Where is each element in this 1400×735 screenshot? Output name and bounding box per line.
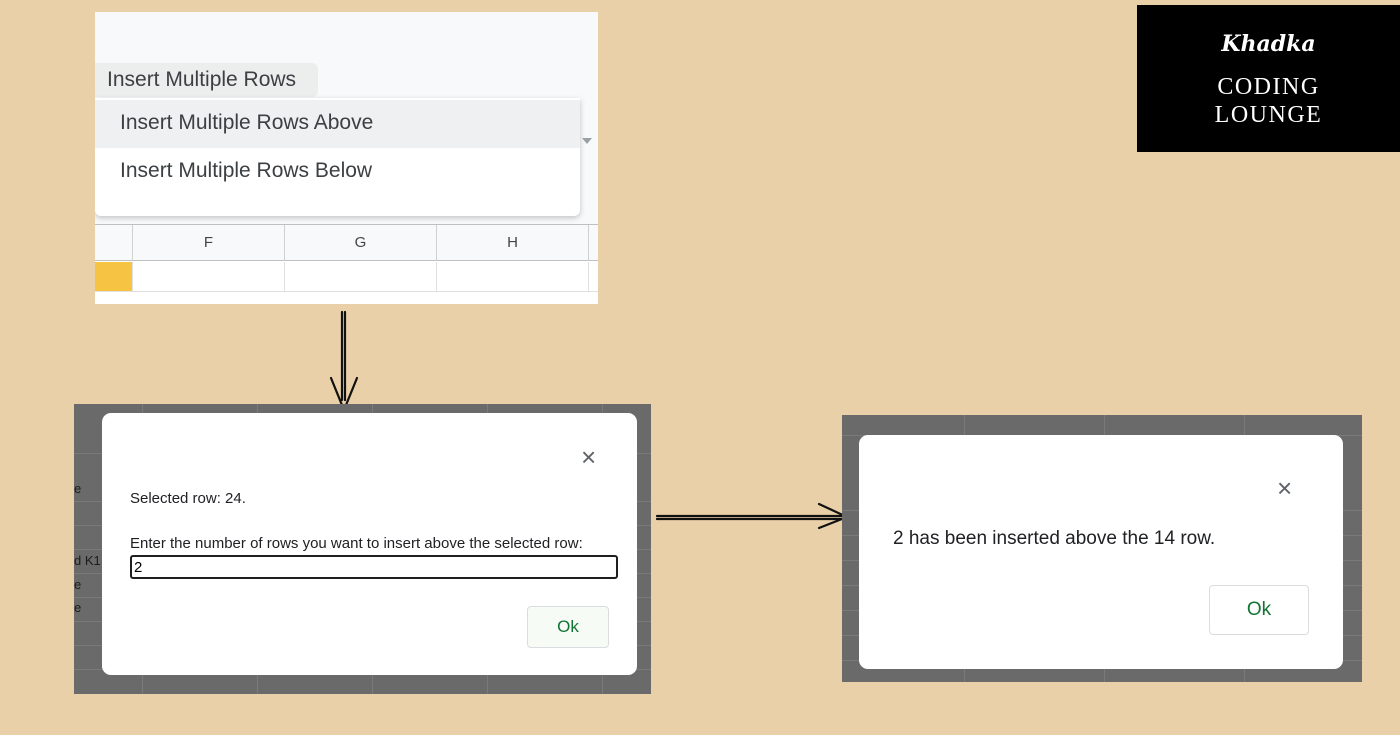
insert-rows-prompt-dialog: × Selected row: 24. Enter the number of … [102, 413, 637, 675]
grid-cell[interactable] [589, 262, 598, 292]
column-header-f[interactable]: F [133, 225, 285, 261]
background-cell-text: e [74, 600, 82, 615]
column-header-h[interactable]: H [437, 225, 589, 261]
logo-script-text: Khadka [1221, 31, 1316, 57]
column-header-blank [95, 225, 133, 261]
down-arrow-icon [329, 310, 359, 412]
close-icon[interactable]: × [581, 444, 596, 470]
column-header-g[interactable]: G [285, 225, 437, 261]
background-cell-text: e [74, 577, 82, 592]
khadka-coding-lounge-logo: Khadka CODING LOUNGE [1137, 5, 1400, 152]
column-header-next[interactable] [589, 225, 598, 261]
menu-item-insert-rows-above[interactable]: Insert Multiple Rows Above [95, 100, 580, 148]
background-cell-text: d K1 [74, 553, 101, 568]
menu-item-insert-rows-below[interactable]: Insert Multiple Rows Below [95, 148, 580, 196]
spreadsheet-grid: F G H [95, 224, 598, 304]
logo-line-lounge: LOUNGE [1214, 102, 1323, 128]
right-arrow-icon [655, 502, 849, 530]
menu-screenshot-panel: Insert Multiple Rows Insert Multiple Row… [95, 12, 598, 304]
alert-message: 2 has been inserted above the 14 row. [893, 528, 1216, 549]
logo-line-coding: CODING [1217, 74, 1320, 100]
selected-row-cell[interactable] [95, 262, 133, 292]
ok-button[interactable]: Ok [1209, 585, 1309, 635]
dropdown-caret-icon [582, 138, 592, 144]
background-cell-text: e [74, 481, 82, 496]
insert-rows-dropdown: Insert Multiple Rows Above Insert Multip… [95, 98, 580, 216]
close-icon[interactable]: × [1277, 475, 1292, 501]
row-count-input[interactable] [130, 555, 618, 579]
rows-inserted-alert-dialog: × 2 has been inserted above the 14 row. … [859, 435, 1343, 669]
insert-multiple-rows-menu[interactable]: Insert Multiple Rows [95, 63, 318, 97]
grid-cell[interactable] [285, 262, 437, 292]
grid-cell[interactable] [133, 262, 285, 292]
ok-button[interactable]: Ok [527, 606, 609, 648]
grid-cell[interactable] [437, 262, 589, 292]
prompt-question: Enter the number of rows you want to ins… [130, 535, 583, 552]
selected-row-text: Selected row: 24. [130, 490, 246, 507]
